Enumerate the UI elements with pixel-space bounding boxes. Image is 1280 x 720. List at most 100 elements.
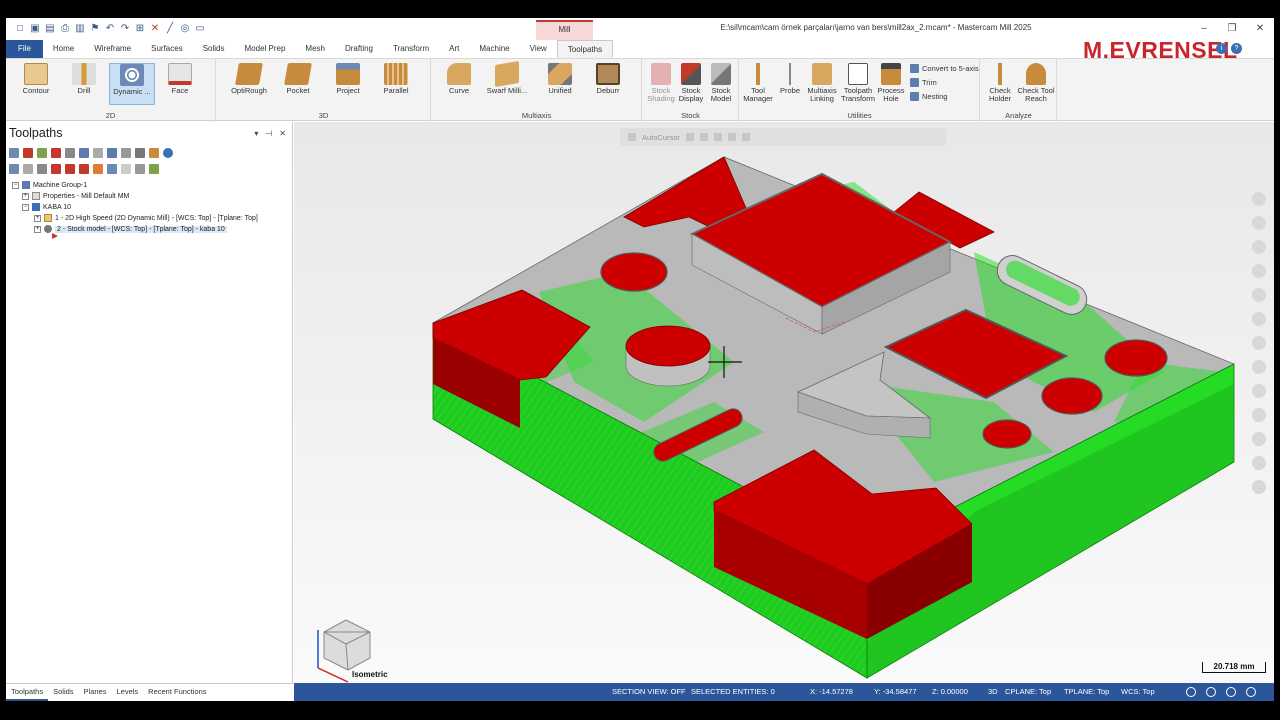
posting-icon[interactable] <box>37 163 47 174</box>
shading-mode-icon[interactable] <box>1226 687 1236 697</box>
autocursor-icon[interactable] <box>628 133 636 141</box>
snap-point-icon[interactable] <box>685 133 694 141</box>
snap-grid-icon[interactable] <box>713 133 722 141</box>
convert-to-5-axis-button[interactable]: Convert to 5-axis <box>910 64 979 73</box>
hide-icon[interactable] <box>1252 408 1266 422</box>
toolpath-transform-button[interactable]: Toolpath Transform <box>840 63 876 105</box>
mode-3d[interactable]: 3D <box>988 687 998 696</box>
tab-wireframe[interactable]: Wireframe <box>84 40 141 58</box>
select-mode-icon[interactable] <box>727 133 736 141</box>
save-icon[interactable]: ▣ <box>29 23 41 35</box>
move-down-icon[interactable] <box>51 163 61 174</box>
tab-art[interactable]: Art <box>439 40 469 58</box>
info-icon[interactable]: i <box>1216 43 1227 54</box>
wcs-status[interactable]: WCS: Top <box>1121 687 1155 696</box>
expand-icon[interactable]: + <box>34 225 41 233</box>
wireframe-icon[interactable] <box>1252 360 1266 374</box>
new-file-icon[interactable]: □ <box>14 23 26 35</box>
insert-arrow-marker-icon[interactable] <box>52 233 58 239</box>
curve-button[interactable]: Curve <box>436 63 482 105</box>
regenerate-all-icon[interactable] <box>37 147 47 158</box>
tab-transform[interactable]: Transform <box>383 40 439 58</box>
bottom-tab-solids[interactable]: Solids <box>48 684 78 701</box>
tab-mesh[interactable]: Mesh <box>295 40 335 58</box>
lock-icon[interactable] <box>23 163 33 174</box>
deselect-icon[interactable] <box>23 147 33 158</box>
redo-icon[interactable]: ↷ <box>119 23 131 35</box>
nesting-button[interactable]: Nesting <box>910 92 947 101</box>
insert-after-icon[interactable] <box>93 163 103 174</box>
stock-display-button[interactable]: Stock Display <box>675 63 707 105</box>
panel-menu-icon[interactable]: ▾ <box>254 129 258 138</box>
tab-machine[interactable]: Machine <box>469 40 519 58</box>
deburr-button[interactable]: Deburr <box>585 63 631 105</box>
bottom-tab-toolpaths[interactable]: Toolpaths <box>6 684 49 701</box>
stock-shading-button[interactable]: Stock Shading <box>645 63 677 105</box>
contour-button[interactable]: Contour <box>13 63 59 105</box>
circle-icon[interactable]: ◎ <box>179 23 191 35</box>
bottom-tab-recent-functions[interactable]: Recent Functions <box>143 684 211 701</box>
pan-icon[interactable] <box>1252 288 1266 302</box>
zoom-in-icon[interactable] <box>1252 192 1266 206</box>
bottom-tab-levels[interactable]: Levels <box>111 684 143 701</box>
select-window-icon[interactable] <box>741 133 750 141</box>
tab-toolpaths[interactable]: Toolpaths <box>556 40 614 58</box>
process-hole-button[interactable]: Process Hole <box>874 63 908 105</box>
tab-model-prep[interactable]: Model Prep <box>235 40 296 58</box>
parallel-button[interactable]: Parallel <box>373 63 419 105</box>
expand-icon[interactable]: + <box>22 192 29 200</box>
backplot-icon[interactable] <box>79 147 89 158</box>
post-icon[interactable] <box>107 147 117 158</box>
simulate-icon[interactable] <box>65 147 75 158</box>
save-as-icon[interactable]: ▤ <box>44 23 56 35</box>
delete-icon[interactable]: ✕ <box>149 23 161 35</box>
level-icon[interactable] <box>1252 456 1266 470</box>
panel-close-icon[interactable]: ✕ <box>279 129 286 138</box>
rotate-icon[interactable] <box>1252 264 1266 278</box>
bottom-tab-planes[interactable]: Planes <box>79 684 112 701</box>
tab-view[interactable]: View <box>520 40 557 58</box>
toggle-display-icon[interactable] <box>9 163 19 174</box>
view-globe-icon[interactable] <box>1186 687 1196 697</box>
view-cube[interactable] <box>323 619 371 671</box>
snap-center-icon[interactable] <box>699 133 708 141</box>
zoom-window-icon[interactable] <box>1252 216 1266 230</box>
section-view-status[interactable]: SECTION VIEW: OFF <box>612 687 686 696</box>
swarf-milling-button[interactable]: Swarf Milli... <box>484 60 530 105</box>
collapse-icon[interactable]: − <box>12 181 19 189</box>
panel-pin-icon[interactable]: ⊣ <box>265 129 272 138</box>
close-icon[interactable]: ✕ <box>1246 18 1274 40</box>
show-items-icon[interactable] <box>135 163 145 174</box>
verify-icon[interactable] <box>93 147 103 158</box>
tab-drafting[interactable]: Drafting <box>335 40 383 58</box>
fit-icon[interactable] <box>1252 240 1266 254</box>
single-op-icon[interactable] <box>121 163 131 174</box>
multiaxis-linking-button[interactable]: Multiaxis Linking <box>804 63 840 105</box>
insert-arrow-icon[interactable] <box>79 163 89 174</box>
scroll-icon[interactable] <box>107 163 117 174</box>
measure-icon[interactable] <box>1252 432 1266 446</box>
check-tool-reach-button[interactable]: Check Tool Reach <box>1017 63 1055 105</box>
help-icon[interactable]: ? <box>1231 43 1242 54</box>
g1-icon[interactable] <box>121 147 131 158</box>
move-up-icon[interactable] <box>65 163 75 174</box>
tab-file[interactable]: File <box>6 40 43 58</box>
trim-button[interactable]: Trim <box>910 78 937 87</box>
stock-model-button[interactable]: Stock Model <box>705 63 737 105</box>
pocket-button[interactable]: Pocket <box>275 63 321 105</box>
unified-button[interactable]: Unified <box>537 63 583 105</box>
dynamic-mill-button[interactable]: Dynamic ... <box>109 63 155 105</box>
check-holder-button[interactable]: Check Holder <box>983 63 1017 105</box>
settings-icon[interactable] <box>1252 480 1266 494</box>
tool-icon[interactable] <box>135 147 145 158</box>
tree-node-properties[interactable]: + Properties - Mill Default MM <box>12 191 290 202</box>
graphics-viewport[interactable]: AutoCursor Isometric 20.718 mm <box>294 122 1274 683</box>
grid-icon[interactable] <box>1206 687 1216 697</box>
tool-manager-button[interactable]: Tool Manager <box>740 63 776 105</box>
project-button[interactable]: Project <box>325 63 371 105</box>
tree-node-machine-group[interactable]: − Machine Group-1 <box>12 180 290 191</box>
section-icon[interactable] <box>1252 312 1266 326</box>
tplane-status[interactable]: TPLANE: Top <box>1064 687 1109 696</box>
face-button[interactable]: Face <box>157 63 203 105</box>
tab-surfaces[interactable]: Surfaces <box>141 40 193 58</box>
